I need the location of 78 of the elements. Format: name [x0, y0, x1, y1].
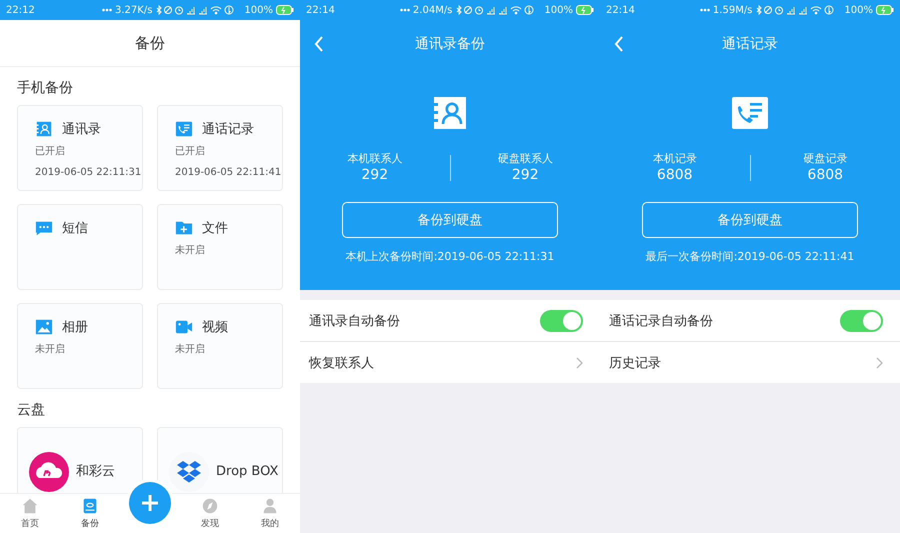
chevron-right-icon: [576, 356, 583, 368]
clock-time: 22:12: [6, 4, 35, 16]
backup-card[interactable]: 文件 未开启: [157, 204, 283, 290]
card-label: 短信: [62, 220, 88, 237]
backup-card[interactable]: 短信: [17, 204, 143, 290]
setting-label: 通话记录自动备份: [609, 312, 713, 330]
more-dots-icon: [400, 8, 410, 12]
stat-value: 292: [512, 166, 539, 184]
toggle-switch[interactable]: [840, 310, 883, 332]
house-icon: [21, 497, 39, 515]
toggle-switch[interactable]: [540, 310, 583, 332]
back-icon[interactable]: [614, 36, 624, 52]
card-status: 未开启: [175, 244, 206, 257]
back-icon[interactable]: [314, 36, 324, 52]
page-title: 通讯录备份: [415, 34, 485, 52]
setting-label: 恢复联系人: [309, 354, 374, 372]
battery-icon: [876, 5, 894, 15]
last-backup-time: 最后一次备份时间:2019-06-05 22:11:41: [646, 249, 854, 264]
stat-label: 硬盘联系人: [498, 151, 553, 166]
stat-value: 292: [361, 166, 388, 184]
backup-card[interactable]: 通讯录 已开启 2019-06-05 22:11:31: [17, 105, 143, 191]
clock-time: 22:14: [306, 4, 335, 16]
card-status: 未开启: [35, 342, 66, 356]
more-dots-icon: [102, 8, 112, 12]
battery-icon: [576, 5, 594, 15]
setting-label: 历史记录: [609, 354, 661, 372]
more-dots-icon: [700, 8, 710, 12]
page-title: 通话记录: [722, 34, 778, 52]
network-speed: 1.59M/s: [712, 4, 752, 16]
plus-icon: [141, 494, 159, 512]
card-label: 视频: [202, 319, 228, 336]
section-title: 云盘: [17, 401, 46, 419]
network-speed: 2.04M/s: [412, 4, 452, 16]
cloud-card[interactable]: 和彩云: [17, 427, 143, 493]
card-time: 2019-06-05 22:11:41: [175, 167, 282, 178]
nav-tab[interactable]: 我的: [240, 497, 300, 530]
add-button[interactable]: [129, 482, 171, 524]
clock-time: 22:14: [606, 4, 635, 16]
backup-card[interactable]: 视频 未开启: [157, 303, 283, 389]
battery-percent: 100%: [244, 4, 273, 16]
stat-label: 本机记录: [652, 151, 697, 166]
battery-icon: [276, 5, 294, 15]
card-label: 文件: [202, 220, 228, 237]
image-icon: [35, 318, 53, 336]
video-camera-icon: [175, 318, 193, 336]
cloud-card[interactable]: Drop BOX: [157, 427, 283, 493]
card-label: 相册: [62, 319, 88, 336]
battery-percent: 100%: [844, 4, 873, 16]
network-speed: 3.27K/s: [115, 4, 152, 16]
card-label: 和彩云: [76, 463, 115, 481]
phone-list-icon: [175, 120, 193, 138]
backup-card[interactable]: 通话记录 已开启 2019-06-05 22:11:41: [157, 105, 283, 191]
card-label: Drop BOX: [216, 463, 278, 481]
setting-label: 通讯录自动备份: [309, 312, 400, 330]
contact-book-icon: [35, 120, 53, 138]
card-label: 通讯录: [62, 121, 101, 138]
folder-icon: [175, 219, 193, 237]
battery-percent: 100%: [544, 4, 573, 16]
stat-label: 硬盘记录: [803, 151, 848, 166]
nav-tab[interactable]: 备份: [60, 497, 120, 530]
message-icon: [35, 219, 53, 237]
backup-card[interactable]: 相册 未开启: [17, 303, 143, 389]
card-status: 已开启: [175, 144, 206, 158]
card-status: 未开启: [175, 342, 206, 356]
card-label: 通话记录: [202, 121, 254, 138]
hard-drive-icon: [81, 497, 99, 515]
person-icon: [261, 497, 279, 515]
card-time: 2019-06-05 22:11:31: [35, 167, 142, 178]
section-title: 手机备份: [17, 79, 74, 97]
nav-tab[interactable]: 首页: [0, 497, 60, 530]
stat-value: 6808: [807, 166, 844, 184]
chevron-right-icon: [876, 356, 883, 368]
stat-value: 6808: [656, 166, 693, 184]
nav-tab[interactable]: 发现: [180, 497, 240, 530]
card-status: 已开启: [35, 144, 66, 158]
compass-icon: [201, 497, 219, 515]
stat-label: 本机联系人: [347, 151, 402, 166]
last-backup-time: 本机上次备份时间:2019-06-05 22:11:31: [346, 249, 554, 264]
